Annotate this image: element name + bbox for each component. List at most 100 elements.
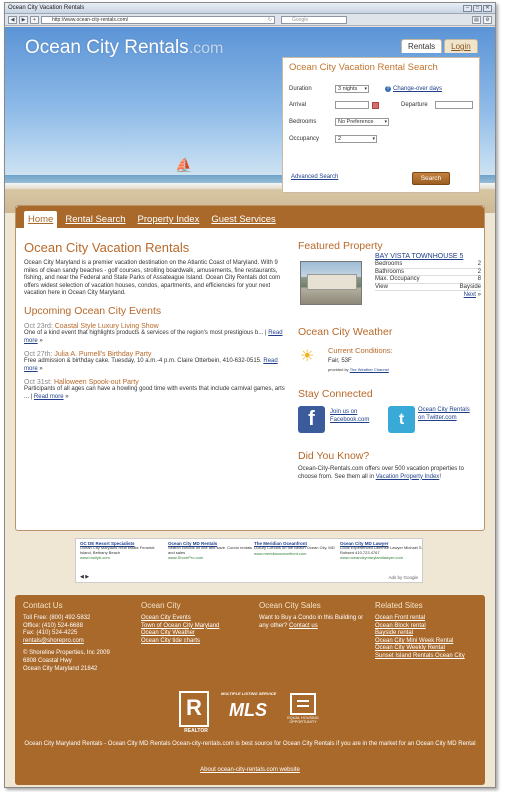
event-link[interactable]: Halloween Spook-out Party (54, 379, 139, 386)
ad-bar: OC DE Resort Specialists Ocean City Mary… (75, 538, 423, 583)
advanced-search-link[interactable]: Advanced Search (291, 174, 338, 180)
ad-item[interactable]: OC DE Resort Specialists Ocean City Mary… (80, 541, 166, 560)
featured-title: Featured Property (298, 240, 383, 252)
nav-guest-services[interactable]: Guest Services (207, 211, 279, 228)
footer-description: Ocean City Maryland Rentals - Ocean City… (24, 741, 476, 747)
event-item: Oct 27th: Julia A. Purnell's Birthday Pa… (24, 351, 278, 372)
social-section: Stay Connected f Join us on Facebook.com… (298, 388, 480, 450)
mls-logo: MULTIPLE LISTING SERVICE MLS (221, 691, 277, 720)
footer-link[interactable]: Ocean City Weather (141, 630, 251, 638)
back-icon[interactable]: ◀ (8, 15, 17, 24)
intro-text: Ocean City Maryland is a premier vacatio… (24, 260, 281, 297)
property-photo[interactable] (300, 261, 362, 305)
realtor-logo: R REALTOR (179, 691, 209, 734)
twitter-icon[interactable]: t (388, 406, 415, 433)
property-index-link[interactable]: Vacation Property Index (376, 474, 440, 480)
right-column: Featured Property BAY VISTA TOWNHOUSE 5 … (298, 240, 481, 481)
nav-property-index[interactable]: Property Index (134, 211, 204, 228)
about-link[interactable]: About ocean-city-rentals.com website (15, 767, 485, 773)
footer-link[interactable]: Ocean Front rental (375, 615, 485, 623)
site-logo[interactable]: Ocean City Rentals.com (25, 37, 223, 59)
forward-icon[interactable]: ▶ (19, 15, 28, 24)
next-link[interactable]: Next (464, 292, 476, 298)
weather-provider-link[interactable]: The Weather Channel (350, 367, 389, 372)
event-item: Oct 23rd: Coastal Style Luxury Living Sh… (24, 322, 283, 344)
event-link[interactable]: Coastal Style Luxury Living Show (55, 323, 159, 330)
ad-item[interactable]: Ocean City MD Rentals Search condos on l… (168, 541, 254, 560)
footer-contact: Contact Us Toll Free: (800) 492-5832 Off… (23, 601, 133, 673)
page-menu-icon[interactable]: ▤ (472, 15, 481, 24)
help-icon: ? (385, 86, 391, 92)
twitter-link[interactable]: Ocean City Rentals on Twitter.com (418, 407, 472, 422)
sailboat-icon: ⛵ (175, 157, 193, 173)
footer-link[interactable]: Ocean City Weekly Rental (375, 645, 485, 653)
bedrooms-select[interactable]: No Preference (335, 118, 389, 126)
property-details: Bedrooms 2 Bathrooms 2 Max. Occupancy 8 Vie… (375, 261, 481, 299)
minimize-icon[interactable]: – (463, 4, 472, 12)
read-more-link[interactable]: Read more (34, 394, 64, 400)
did-you-know: Did You Know? Ocean-City-Rentals.com off… (298, 450, 480, 481)
facebook-link[interactable]: Join us on Facebook.com (330, 409, 386, 424)
browser-search-input[interactable]: Google (281, 15, 347, 24)
event-item: Oct 31st: Halloween Spook-out Party Part… (24, 379, 285, 400)
equal-housing-icon: EQUAL HOUSING OPPORTUNITY (287, 693, 319, 727)
page: ⛵ Ocean City Rentals.com Rentals Login O… (5, 27, 495, 787)
changeover-link[interactable]: Change-over days (393, 86, 442, 92)
nav-rental-search[interactable]: Rental Search (61, 211, 129, 228)
address-bar[interactable]: http://www.ocean-city-rentals.com/ ↻ (41, 15, 275, 24)
duration-select[interactable]: 3 nights (335, 85, 369, 93)
weather-widget: Ocean City Weather ☀ Current Conditions:… (298, 326, 480, 388)
featured-property: Featured Property BAY VISTA TOWNHOUSE 5 … (298, 240, 481, 318)
url-text: http://www.ocean-city-rentals.com/ (52, 16, 129, 23)
tools-icon[interactable]: ⚙ (483, 15, 492, 24)
footer: Contact Us Toll Free: (800) 492-5832 Off… (15, 595, 485, 785)
tab-login[interactable]: Login (444, 39, 478, 53)
footer-link[interactable]: Ocean City tide charts (141, 638, 251, 646)
calendar-icon[interactable] (372, 102, 379, 109)
main-nav: Home Rental Search Property Index Guest … (16, 206, 484, 228)
rental-search-panel: Ocean City Vacation Rental Search Durati… (282, 57, 480, 193)
ads-by-google[interactable]: Ads by Google (388, 575, 418, 580)
title-bar: Ocean City Vacation Rentals – □ ✕ (5, 3, 495, 14)
window-title: Ocean City Vacation Rentals (8, 5, 85, 11)
footer-link[interactable]: Sunset Island Rentals Ocean City (375, 653, 485, 661)
event-link[interactable]: Julia A. Purnell's Birthday Party (54, 351, 151, 358)
footer-link[interactable]: Town of Ocean City Maryland (141, 623, 251, 631)
hero-banner: ⛵ Ocean City Rentals.com Rentals Login O… (5, 27, 495, 213)
browser-toolbar: ◀ ▶ + http://www.ocean-city-rentals.com/… (5, 14, 495, 26)
events-title: Upcoming Ocean City Events (24, 304, 162, 317)
footer-sales: Ocean City Sales Want to Buy a Condo in … (259, 601, 364, 629)
affiliation-logos: R REALTOR MULTIPLE LISTING SERVICE MLS EQU… (179, 691, 319, 734)
didyouknow-title: Did You Know? (298, 450, 370, 462)
nav-home[interactable]: Home (24, 211, 58, 228)
main-content: Home Rental Search Property Index Guest … (15, 205, 485, 531)
ad-item[interactable]: Ocean City MD Lawyer Local Experienced D… (340, 541, 426, 560)
footer-link[interactable]: Ocean Block rental (375, 623, 485, 631)
email-link[interactable]: rentals@shorepro.com (23, 638, 133, 646)
facebook-icon[interactable]: f (298, 406, 325, 433)
occupancy-select[interactable]: 2 (335, 135, 377, 143)
footer-link[interactable]: Ocean City Events (141, 615, 251, 623)
footer-related: Related Sites Ocean Front rental Ocean B… (375, 601, 485, 661)
arrival-input[interactable] (335, 101, 369, 109)
tab-rentals[interactable]: Rentals (401, 39, 443, 53)
footer-link[interactable]: Bayside rental (375, 630, 485, 638)
contact-us-link[interactable]: Contact us (289, 623, 318, 629)
ad-item[interactable]: The Meridian Oceanfront Luxury Condos on… (254, 541, 340, 556)
search-title: Ocean City Vacation Rental Search (289, 62, 438, 73)
browser-window: Ocean City Vacation Rentals – □ ✕ ◀ ▶ + … (4, 2, 496, 788)
add-icon[interactable]: + (30, 15, 39, 24)
close-icon[interactable]: ✕ (483, 4, 492, 12)
footer-link[interactable]: Ocean City Mini Week Rental (375, 638, 485, 646)
ad-prev-next-icon[interactable]: ◀ ▶ (80, 574, 89, 580)
maximize-icon[interactable]: □ (473, 4, 482, 12)
featured-property-link[interactable]: BAY VISTA TOWNHOUSE 5 (375, 253, 463, 260)
reload-icon[interactable]: ↻ (268, 17, 272, 23)
left-column: Ocean City Vacation Rentals Ocean City M… (24, 240, 286, 402)
search-button[interactable]: Search (412, 172, 450, 185)
departure-input[interactable] (435, 101, 473, 109)
page-title: Ocean City Vacation Rentals (24, 240, 190, 255)
weather-title: Ocean City Weather (298, 326, 393, 338)
sun-icon: ☀ (300, 348, 315, 365)
social-title: Stay Connected (298, 388, 373, 400)
